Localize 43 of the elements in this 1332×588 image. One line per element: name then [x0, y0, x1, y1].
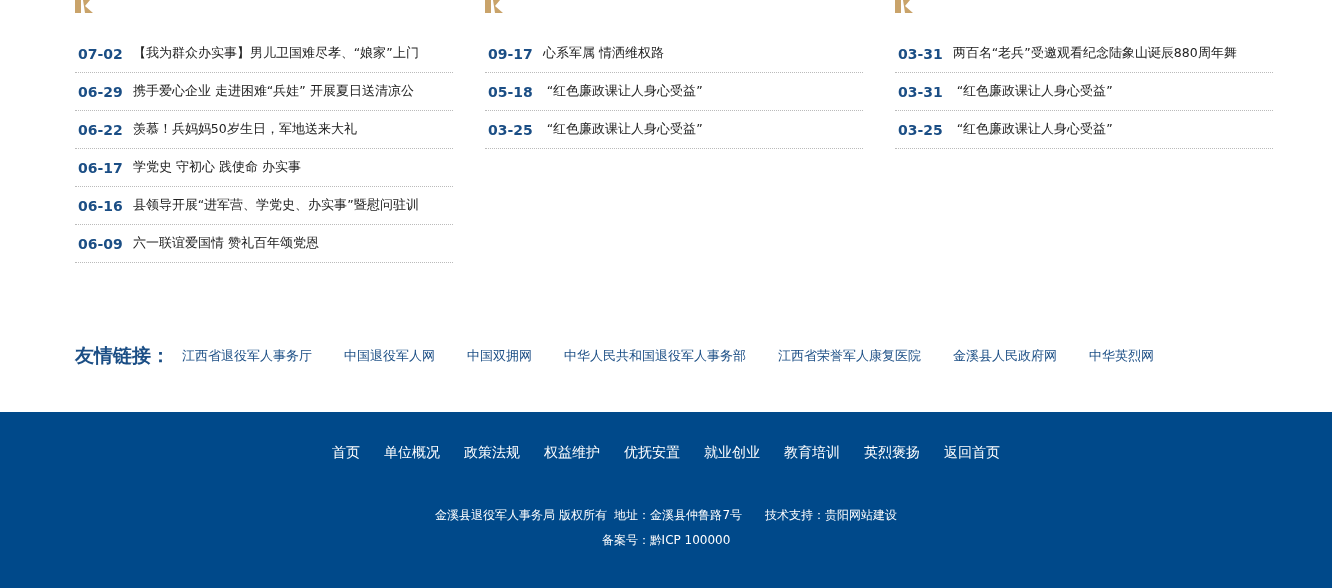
- friend-link[interactable]: 中华英烈网: [1089, 347, 1154, 365]
- news-date: 05-18: [488, 83, 533, 100]
- news-link[interactable]: “红色廉政课让人身心受益”: [952, 83, 1113, 100]
- footer-nav-link[interactable]: 单位概况: [384, 444, 440, 462]
- news-link[interactable]: “红色廉政课让人身心受益”: [542, 121, 703, 138]
- footer-nav-link[interactable]: 就业创业: [704, 444, 760, 462]
- friend-link[interactable]: 中国双拥网: [467, 347, 532, 365]
- news-link[interactable]: 六一联谊爱国情 赞礼百年颂党恩: [132, 235, 319, 252]
- copyright-text: 金溪县退役军人事务局 版权所有 地址：金溪县仲鲁路7号 技术支持：贵阳网站建设: [434, 507, 898, 524]
- news-link[interactable]: 携手爱心企业 走进困难“兵娃” 开展夏日送清凉公: [132, 83, 414, 100]
- news-date: 07-02: [78, 45, 123, 62]
- footer-nav-link[interactable]: 权益维护: [544, 444, 600, 462]
- footer-nav-link[interactable]: 优抚安置: [624, 444, 680, 462]
- news-date: 03-31: [898, 45, 943, 62]
- friend-link[interactable]: 金溪县人民政府网: [953, 347, 1057, 365]
- news-link[interactable]: 两百名“老兵”受邀观看纪念陆象山诞辰880周年舞: [952, 45, 1237, 62]
- news-date: 03-25: [488, 121, 533, 138]
- footer-nav-link[interactable]: 政策法规: [464, 444, 520, 462]
- news-date: 06-29: [78, 83, 123, 100]
- news-link[interactable]: “红色廉政课让人身心受益”: [952, 121, 1113, 138]
- news-date: 09-17: [488, 45, 533, 62]
- news-date: 06-17: [78, 159, 123, 176]
- news-date: 06-09: [78, 235, 123, 252]
- footer-nav-link[interactable]: 返回首页: [944, 444, 1000, 462]
- footer-nav-link[interactable]: 教育培训: [784, 444, 840, 462]
- news-date: 06-22: [78, 121, 123, 138]
- news-date: 03-25: [898, 121, 943, 138]
- news-link[interactable]: “红色廉政课让人身心受益”: [542, 83, 703, 100]
- footer-nav-link[interactable]: 英烈褒扬: [864, 444, 920, 462]
- friend-link[interactable]: 中华人民共和国退役军人事务部: [564, 347, 746, 365]
- news-date: 03-31: [898, 83, 943, 100]
- friend-link[interactable]: 江西省退役军人事务厅: [182, 347, 312, 365]
- friend-link[interactable]: 中国退役军人网: [344, 347, 435, 365]
- news-date: 06-16: [78, 197, 123, 214]
- news-link[interactable]: 心系军属 情洒维权路: [542, 45, 664, 62]
- news-link[interactable]: 【我为群众办实事】男儿卫国难尽孝、“娘家”上门: [132, 45, 419, 62]
- news-link[interactable]: 县领导开展“进军营、学党史、办实事”暨慰问驻训: [132, 197, 419, 214]
- footer-nav-link[interactable]: 首页: [332, 444, 360, 462]
- friend-link[interactable]: 江西省荣誉军人康复医院: [778, 347, 921, 365]
- section-heading: 友情链接：: [75, 343, 170, 368]
- news-link[interactable]: 学党史 守初心 践使命 办实事: [132, 159, 301, 176]
- news-link[interactable]: 羡慕！兵妈妈50岁生日，军地送来大礼: [132, 121, 357, 138]
- record-number: 备案号：黔ICP 100000: [600, 532, 732, 549]
